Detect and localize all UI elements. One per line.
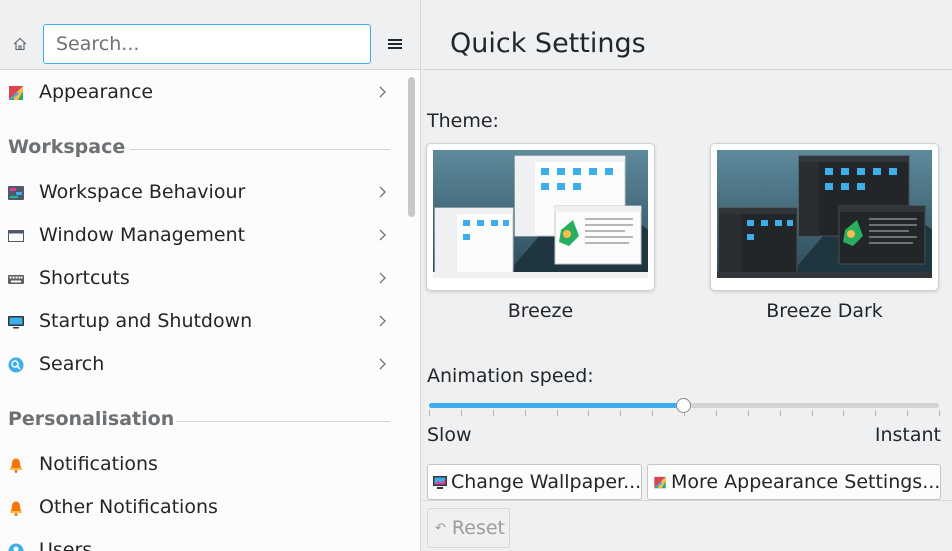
wallpaper-icon (433, 475, 447, 489)
section-divider (176, 421, 390, 422)
chevron-right-icon (379, 86, 386, 98)
button-label: More Appearance Settings... (671, 471, 941, 493)
slider-tick (588, 410, 590, 416)
slider-tick (939, 410, 940, 416)
sidebar-item-label: Appearance (39, 81, 154, 103)
section-title: Workspace (8, 136, 126, 158)
appearance-icon (9, 86, 23, 100)
sidebar-item-notifications[interactable]: Notifications (0, 443, 404, 486)
home-icon (13, 37, 27, 51)
search-input[interactable] (43, 24, 371, 64)
workspace-behaviour-icon (8, 186, 24, 200)
slider-tick (747, 410, 749, 416)
sidebar-item-shortcuts[interactable]: Shortcuts (0, 257, 404, 300)
sidebar-item-label: Other Notifications (39, 496, 218, 518)
section-workspace: Workspace (0, 114, 404, 171)
window-management-icon (8, 230, 24, 242)
slider-tick (524, 410, 526, 416)
hamburger-menu-icon (388, 39, 402, 49)
main-panel: Quick Settings Theme: Breeze Breeze Dark… (422, 0, 952, 551)
slider-tick (843, 410, 845, 416)
undo-icon: ↶ (435, 520, 446, 536)
sidebar-item-label: Shortcuts (39, 267, 130, 289)
sidebar-item-search[interactable]: Search (0, 343, 404, 386)
sidebar-item-users[interactable]: Users (0, 529, 404, 551)
sidebar-item-label: Notifications (39, 453, 158, 475)
sidebar-item-window-management[interactable]: Window Management (0, 214, 404, 257)
chevron-right-icon (379, 358, 386, 370)
hamburger-menu-button[interactable] (381, 30, 409, 58)
slider-tick (556, 410, 558, 416)
chevron-right-icon (379, 272, 386, 284)
theme-name-breeze: Breeze (507, 300, 574, 322)
sidebar-item-startup-and-shutdown[interactable]: Startup and Shutdown (0, 300, 404, 343)
chevron-right-icon (379, 229, 386, 241)
slider-min-label: Slow (427, 424, 472, 446)
animation-speed-label: Animation speed: (427, 365, 594, 387)
main-header: Quick Settings (422, 0, 952, 70)
slider-tick (429, 410, 430, 416)
slider-tick (460, 410, 462, 416)
section-personalisation: Personalisation (0, 386, 404, 443)
theme-label: Theme: (427, 110, 499, 132)
search-icon (8, 357, 24, 373)
category-list: Appearance Workspace Workspace Behaviour (0, 71, 404, 551)
reset-button[interactable]: ↶ Reset (427, 508, 510, 548)
change-wallpaper-button[interactable]: Change Wallpaper... (427, 464, 642, 500)
bell-icon (10, 458, 22, 473)
keyboard-icon (8, 275, 24, 284)
slider-tick (907, 410, 909, 416)
section-title: Personalisation (8, 408, 175, 430)
sidebar-header (0, 0, 420, 70)
slider-fill (429, 403, 684, 408)
sidebar-item-label: Window Management (39, 224, 246, 246)
sidebar-scrollbar[interactable] (405, 71, 419, 551)
footer-bar: ↶ Reset (422, 500, 952, 551)
slider-tick (492, 410, 494, 416)
slider-tick (652, 410, 654, 416)
slider-handle[interactable] (676, 398, 691, 413)
breeze-dark-theme-preview (717, 150, 932, 278)
animation-speed-slider[interactable] (427, 395, 941, 417)
sidebar: Appearance Workspace Workspace Behaviour (0, 0, 421, 551)
page-title: Quick Settings (450, 28, 646, 59)
sidebar-item-other-notifications[interactable]: Other Notifications (0, 486, 404, 529)
slider-tick (620, 410, 622, 416)
section-divider (130, 149, 390, 150)
chevron-right-icon (379, 315, 386, 327)
sidebar-item-label: Search (39, 353, 105, 375)
home-button[interactable] (6, 30, 34, 58)
slider-tick (875, 410, 877, 416)
slider-tick (811, 410, 813, 416)
theme-card-breeze[interactable] (426, 143, 655, 291)
sidebar-item-workspace-behaviour[interactable]: Workspace Behaviour (0, 171, 404, 214)
theme-name-breeze-dark: Breeze Dark (766, 300, 883, 322)
slider-tick (779, 410, 781, 416)
users-icon (8, 543, 24, 551)
chevron-right-icon (379, 186, 386, 198)
more-appearance-settings-button[interactable]: More Appearance Settings... (647, 464, 941, 500)
appearance-icon (654, 476, 666, 488)
sidebar-item-label: Workspace Behaviour (39, 181, 246, 203)
sidebar-item-appearance[interactable]: Appearance (0, 71, 404, 114)
bell-icon (10, 501, 22, 516)
button-label: Change Wallpaper... (451, 471, 642, 493)
slider-max-label: Instant (874, 424, 941, 446)
sidebar-item-label: Users (39, 539, 93, 551)
breeze-theme-preview (433, 150, 648, 278)
scrollbar-thumb[interactable] (408, 77, 415, 217)
button-label: Reset (451, 517, 505, 539)
theme-card-breeze-dark[interactable] (710, 143, 939, 291)
monitor-icon (8, 316, 24, 329)
slider-tick (715, 410, 717, 416)
sidebar-item-label: Startup and Shutdown (39, 310, 253, 332)
